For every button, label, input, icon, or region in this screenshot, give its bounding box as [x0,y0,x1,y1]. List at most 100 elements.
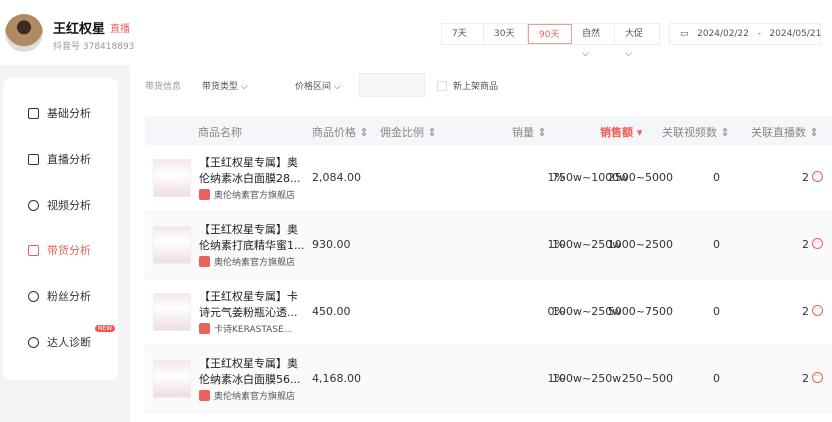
live-tag: 直播 [110,24,130,35]
more-icon[interactable]: ··· [812,238,823,249]
range-selector: 7天 30天 90天 自然 ⌵ 大促 ⌵ [441,23,660,59]
more-icon[interactable]: ··· [812,305,823,316]
type-label: 带货类型 [202,82,239,92]
product-name[interactable]: 【王红权星专属】卡诗元气姜粉瓶沁透... [199,289,307,321]
col-label: 商品价格 [312,126,356,139]
price-range-input[interactable] [359,73,425,97]
product-thumbnail[interactable] [153,159,191,197]
sidebar-label: 直播分析 [47,153,91,166]
shop-icon [199,390,210,401]
product-name[interactable]: 【王红权星专属】奥伦纳素冰白面膜28... [199,155,307,187]
chart-icon [28,107,39,119]
amount: 100w~250w [552,372,622,385]
table-row[interactable]: 【王红权星专属】奥伦纳素冰白面膜28... 奥伦纳素官方旗舰店 2,084.00… [145,145,832,212]
bag-icon [28,244,39,256]
promo-dropdown[interactable]: 大促 ⌵ [615,24,659,59]
shop-label: 卡诗KERASTASE... [214,325,293,335]
price: 4,168.00 [312,372,361,385]
col-name: 商品名称 [198,126,242,139]
price-filter[interactable]: 价格区间 ⌵ [295,79,341,92]
sidebar-label: 基础分析 [47,107,91,120]
new-products-label: 新上架商品 [453,82,499,92]
sidebar-label: 视频分析 [47,199,91,212]
date-range-picker[interactable]: ▭ 2024/02/22 - 2024/05/21 [669,23,821,45]
new-products-checkbox[interactable]: 新上架商品 [437,79,498,92]
profile-name: 王红权星 [53,22,106,37]
col-label: 销量 [512,126,534,139]
live-count: 2 [802,238,809,251]
sidebar-label: 带货分析 [47,244,91,257]
more-icon[interactable]: ··· [812,372,823,383]
shop-icon [199,189,210,200]
product-name[interactable]: 【王红权星专属】奥伦纳素打底精华蜜1... [199,222,307,254]
video-count: 0 [713,238,720,251]
sidebar-item-diagnosis[interactable]: 达人诊断 NEW [28,325,116,350]
shop-name[interactable]: 卡诗KERASTASE... [199,322,292,335]
range-90d[interactable]: 90天 [528,24,572,44]
video-count: 0 [713,305,720,318]
sidebar-label: 粉丝分析 [47,290,91,303]
table-row[interactable]: 【王红权星专属】奥伦纳素冰白面膜56... 奥伦纳素官方旗舰店 4,168.00… [145,346,832,413]
main-panel: 带货信息 带货类型 ⌵ 价格区间 ⌵ 新上架商品 商品名称 商品价格 ⇕ 佣金比… [130,65,832,422]
table-header: 商品名称 商品价格 ⇕ 佣金比例 ⇕ 销量 ⇕ 销售额 ▾ 关联视频数 ⇕ 关联… [145,116,832,145]
shop-name[interactable]: 奥伦纳素官方旗舰店 [199,389,295,402]
col-lives[interactable]: 关联直播数 ⇕ [751,124,819,140]
new-badge: NEW [95,325,116,332]
user-icon [28,290,39,302]
product-thumbnail[interactable] [153,226,191,264]
live-count: 2 [802,171,809,184]
price: 2,084.00 [312,171,361,184]
col-label: 佣金比例 [380,126,424,139]
live-icon [28,153,39,165]
product-thumbnail[interactable] [153,293,191,331]
col-label: 销售额 [600,126,633,139]
shop-name[interactable]: 奥伦纳素官方旗舰店 [199,188,295,201]
col-sales[interactable]: 销量 ⇕ [512,124,547,140]
date-start: 2024/02/22 [697,29,749,39]
sidebar-item-sales[interactable]: 带货分析 [28,242,91,258]
amount: 100w~250w [552,305,622,318]
table-row[interactable]: 【王红权星专属】奥伦纳素打底精华蜜1... 奥伦纳素官方旗舰店 930.00 1… [145,212,832,279]
live-count: 2 [802,305,809,318]
video-count: 0 [713,372,720,385]
sidebar-item-fans[interactable]: 粉丝分析 [28,288,91,304]
shop-icon [199,256,210,267]
shop-label: 奥伦纳素官方旗舰店 [214,258,296,268]
natural-dropdown[interactable]: 自然 ⌵ [572,24,615,59]
shop-label: 奥伦纳素官方旗舰店 [214,392,296,402]
promo-label: 大促 [625,29,644,39]
col-label: 关联视频数 [662,126,717,139]
product-name[interactable]: 【王红权星专属】奥伦纳素冰白面膜56... [199,356,307,388]
shop-label: 奥伦纳素官方旗舰店 [214,191,296,201]
price-label: 价格区间 [295,82,332,92]
avatar [5,14,43,52]
range-30d[interactable]: 30天 [484,24,528,44]
calendar-icon: ▭ [680,29,689,39]
col-commission[interactable]: 佣金比例 ⇕ [380,124,437,140]
sidebar-item-basic[interactable]: 基础分析 [28,105,91,121]
more-icon[interactable]: ··· [812,171,823,182]
profile-header: 王红权星 直播 抖音号 378418893 7天 30天 90天 自然 ⌵ 大促… [0,0,832,65]
sidebar: 基础分析 直播分析 视频分析 带货分析 粉丝分析 达人诊断 NEW [3,78,118,380]
product-thumbnail[interactable] [153,360,191,398]
col-price[interactable]: 商品价格 ⇕ [312,124,369,140]
date-end: 2024/05/21 [769,29,822,39]
col-videos[interactable]: 关联视频数 ⇕ [662,124,730,140]
douyin-id: 抖音号 378418893 [53,42,135,52]
col-amount[interactable]: 销售额 ▾ [600,124,642,140]
shop-name[interactable]: 奥伦纳素官方旗舰店 [199,255,295,268]
sales: 250~500 [621,372,673,385]
type-filter[interactable]: 带货类型 ⌵ [202,79,248,92]
table-row[interactable]: 【王红权星专属】卡诗元气姜粉瓶沁透... 卡诗KERASTASE... 450.… [145,279,832,346]
sidebar-item-live[interactable]: 直播分析 [28,151,91,167]
video-count: 0 [713,171,720,184]
range-7d[interactable]: 7天 [442,24,484,44]
checkbox[interactable] [437,80,447,91]
sidebar-item-video[interactable]: 视频分析 [28,197,91,213]
natural-label: 自然 [582,29,601,39]
play-icon [28,199,39,211]
price: 930.00 [312,238,351,251]
shop-icon [199,323,210,334]
amount: 750w~1000w [552,171,629,184]
filter-section-label: 带货信息 [145,82,182,92]
